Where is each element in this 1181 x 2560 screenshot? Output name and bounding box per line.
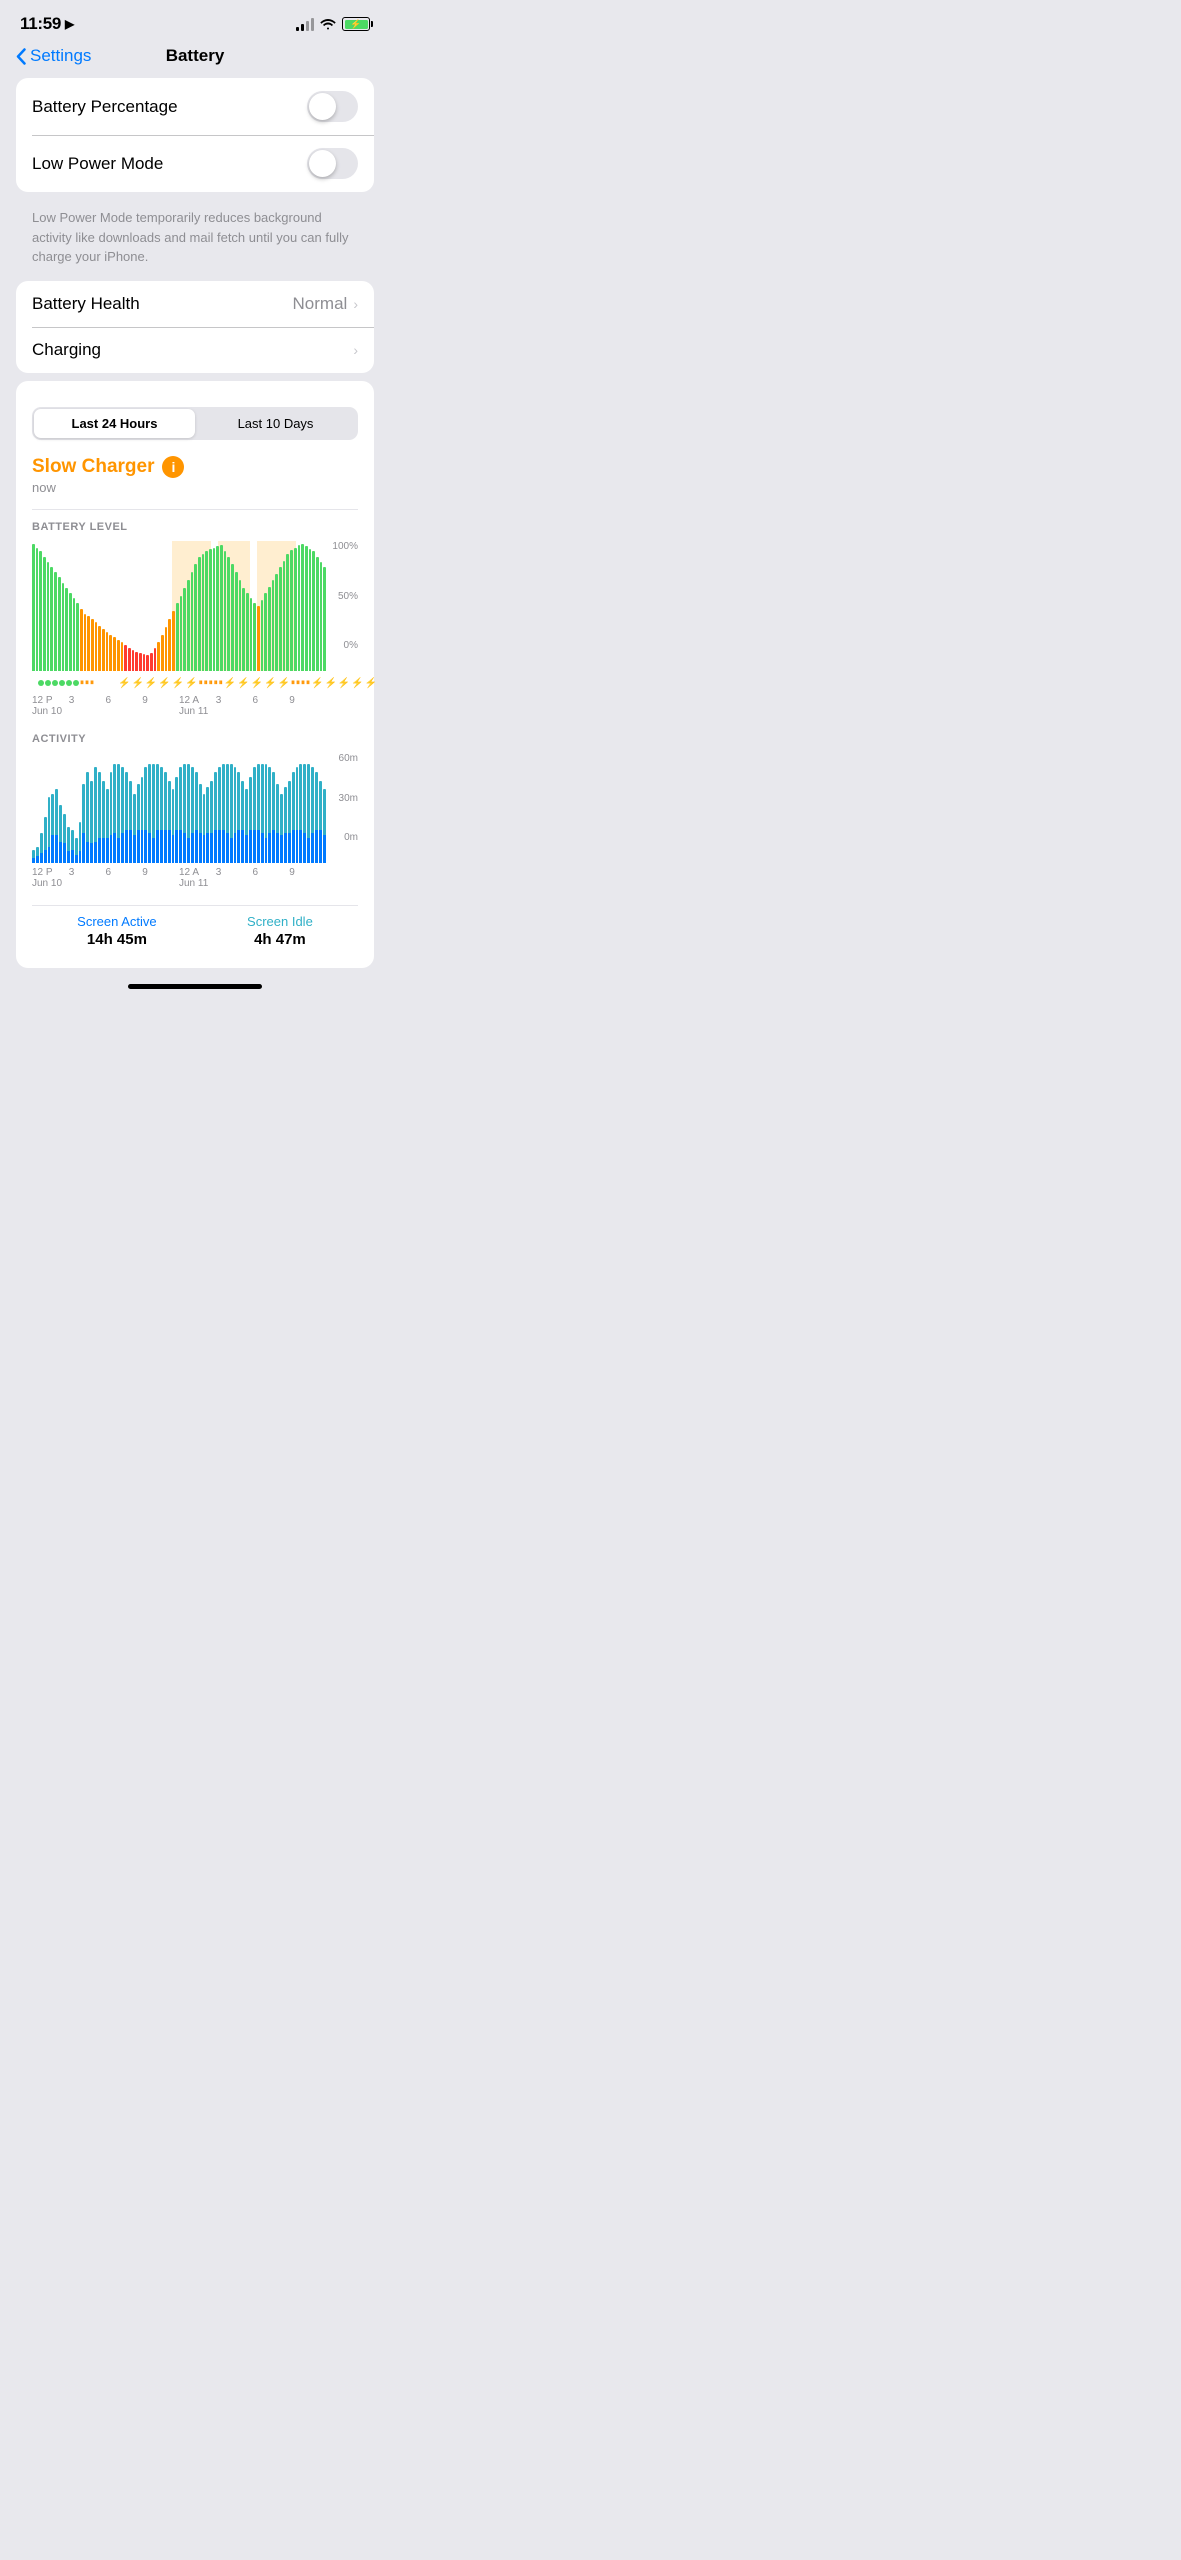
y-label-50: 50% bbox=[338, 591, 358, 602]
low-power-mode-toggle[interactable] bbox=[307, 148, 358, 179]
charging-row[interactable]: Charging › bbox=[16, 327, 374, 373]
low-power-description: Low Power Mode temporarily reduces backg… bbox=[16, 200, 374, 281]
battery-health-row[interactable]: Battery Health Normal › bbox=[16, 281, 374, 327]
screen-active-legend: Screen Active 14h 45m bbox=[77, 914, 157, 948]
activity-x-labels: 12 PJun 1036912 AJun 11369 bbox=[32, 867, 358, 889]
battery-chart: 100% 50% 0% bbox=[32, 541, 358, 671]
activity-label: ACTIVITY bbox=[32, 733, 358, 745]
y-label-0: 0% bbox=[344, 640, 358, 651]
screen-idle-legend: Screen Idle 4h 47m bbox=[247, 914, 313, 948]
content: Battery Percentage Low Power Mode Low Po… bbox=[0, 78, 390, 968]
y-label-30m: 30m bbox=[339, 793, 358, 804]
nav-back-label: Settings bbox=[30, 46, 91, 66]
battery-icon: ⚡ bbox=[342, 17, 370, 31]
tab-last-24h[interactable]: Last 24 Hours bbox=[34, 409, 195, 438]
charging-right: › bbox=[353, 342, 358, 358]
home-indicator bbox=[0, 976, 390, 993]
battery-percentage-toggle[interactable] bbox=[307, 91, 358, 122]
nav-bar: Settings Battery bbox=[0, 40, 390, 78]
slow-charger-row: Slow Charger i bbox=[32, 456, 358, 478]
status-icons: ⚡ bbox=[296, 17, 370, 31]
page-title: Battery bbox=[166, 46, 225, 66]
y-label-60m: 60m bbox=[339, 753, 358, 764]
battery-percentage-row[interactable]: Battery Percentage bbox=[16, 78, 374, 135]
battery-x-labels: 12 PJun 1036912 AJun 11369 bbox=[32, 695, 358, 717]
screen-active-value: 14h 45m bbox=[87, 931, 147, 948]
battery-percentage-label: Battery Percentage bbox=[32, 97, 178, 117]
activity-chart: 60m 30m 0m bbox=[32, 753, 358, 863]
battery-bars-container bbox=[32, 541, 326, 671]
tab-last-10d[interactable]: Last 10 Days bbox=[195, 409, 356, 438]
home-indicator-bar bbox=[128, 984, 262, 989]
charger-time: now bbox=[32, 480, 358, 495]
screen-idle-value: 4h 47m bbox=[254, 931, 306, 948]
slow-charger-label: Slow Charger bbox=[32, 456, 154, 478]
screen-idle-label: Screen Idle bbox=[247, 914, 313, 929]
battery-health-card: Battery Health Normal › Charging › bbox=[16, 281, 374, 373]
signal-icon bbox=[296, 17, 314, 31]
screen-active-label: Screen Active bbox=[77, 914, 157, 929]
chevron-right-icon: › bbox=[353, 296, 358, 312]
battery-y-labels: 100% 50% 0% bbox=[332, 541, 358, 651]
activity-bars-container bbox=[32, 753, 326, 863]
settings-card: Battery Percentage Low Power Mode bbox=[16, 78, 374, 192]
status-time: 11:59 bbox=[20, 14, 61, 34]
wifi-icon bbox=[320, 18, 336, 30]
battery-health-value: Normal bbox=[293, 294, 348, 314]
activity-y-labels: 60m 30m 0m bbox=[339, 753, 358, 843]
info-icon[interactable]: i bbox=[162, 456, 184, 478]
low-power-mode-label: Low Power Mode bbox=[32, 154, 163, 174]
y-label-100: 100% bbox=[332, 541, 358, 552]
low-power-mode-row[interactable]: Low Power Mode bbox=[16, 135, 374, 192]
legend-row: Screen Active 14h 45m Screen Idle 4h 47m bbox=[32, 905, 358, 952]
divider bbox=[32, 509, 358, 510]
status-bar: 11:59 ▶ ⚡ bbox=[0, 0, 390, 40]
battery-bars bbox=[32, 541, 326, 671]
chevron-right-icon-2: › bbox=[353, 342, 358, 358]
charging-label: Charging bbox=[32, 340, 101, 360]
battery-level-label: BATTERY LEVEL bbox=[32, 521, 358, 533]
segment-control[interactable]: Last 24 Hours Last 10 Days bbox=[32, 407, 358, 440]
nav-back-button[interactable]: Settings bbox=[16, 46, 91, 66]
chart-card: Last 24 Hours Last 10 Days Slow Charger … bbox=[16, 381, 374, 969]
charging-icons-row: ⏸⏸⏸⚡⚡⚡⚡⚡⚡⏸⏸⏸⏸⏸⚡⚡⚡⚡⚡⏸⏸⏸⏸⚡⚡⚡⚡⚡ bbox=[32, 675, 358, 691]
y-label-0m: 0m bbox=[344, 832, 358, 843]
battery-health-right: Normal › bbox=[293, 294, 358, 314]
battery-health-label: Battery Health bbox=[32, 294, 140, 314]
location-icon: ▶ bbox=[65, 17, 74, 31]
activity-bars bbox=[32, 753, 326, 863]
